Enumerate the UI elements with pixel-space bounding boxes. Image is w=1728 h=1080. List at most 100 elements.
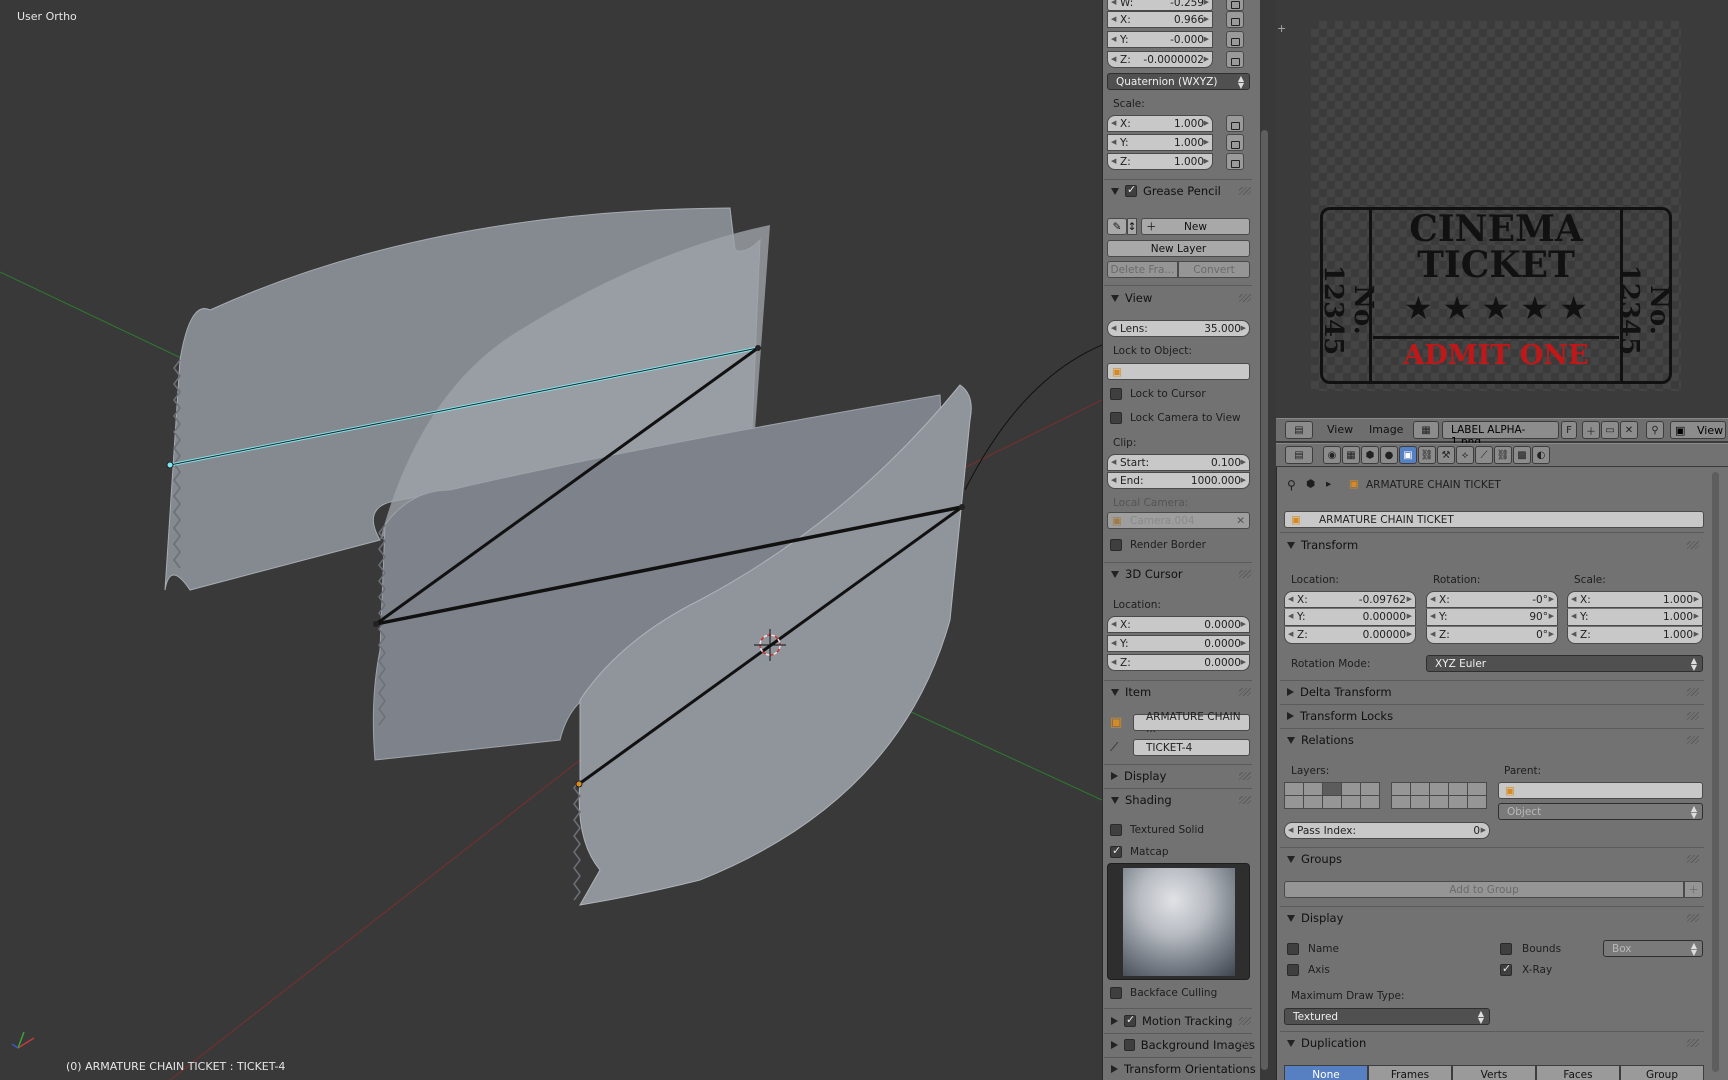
lock-y-icon[interactable] bbox=[1226, 31, 1244, 48]
rot-x-prop-field[interactable]: ◀ X: -0° ▶ bbox=[1426, 591, 1558, 608]
tab-physics-icon[interactable]: ◐ bbox=[1532, 446, 1550, 464]
pin-icon[interactable]: ⚲ bbox=[1287, 478, 1296, 492]
display-bounds-checkbox[interactable] bbox=[1500, 943, 1512, 955]
max-draw-type-dropdown[interactable]: Textured ▲ ▼ bbox=[1284, 1008, 1490, 1025]
new-image-plus-icon[interactable]: ＋ bbox=[1582, 421, 1600, 439]
cursor-y-field[interactable]: ◀ Y: 0.0000 ▶ bbox=[1107, 635, 1250, 652]
scl-y-field[interactable]: ◀ Y: 1.000 ▶ bbox=[1567, 609, 1703, 626]
rot-x-field[interactable]: ◀ X: 0.966 ▶ bbox=[1107, 11, 1213, 28]
shading-panel-header[interactable]: Shading bbox=[1111, 790, 1255, 810]
lock-scale-x-icon[interactable] bbox=[1226, 115, 1244, 132]
grease-pencil-new-button[interactable]: ＋ New bbox=[1141, 218, 1250, 235]
rot-y-prop-field[interactable]: ◀ Y: 90° ▶ bbox=[1426, 609, 1558, 626]
clip-end-field[interactable]: ◀ End: 1000.000 ▶ bbox=[1107, 472, 1250, 489]
lock-to-cursor-checkbox[interactable] bbox=[1110, 388, 1122, 400]
cursor-x-field[interactable]: ◀ X: 0.0000 ▶ bbox=[1107, 616, 1250, 633]
drag-grip-icon[interactable] bbox=[1687, 541, 1699, 549]
viewport-scene[interactable] bbox=[0, 0, 1102, 1080]
display-name-checkbox[interactable] bbox=[1287, 943, 1299, 955]
relations-panel-header[interactable]: Relations bbox=[1287, 730, 1703, 750]
view-panel-header[interactable]: View bbox=[1111, 288, 1255, 308]
browse-arrows-icon[interactable]: ↕ bbox=[1127, 218, 1137, 235]
item-bone-name-field[interactable]: TICKET-4 bbox=[1133, 739, 1250, 756]
menu-image[interactable]: Image bbox=[1369, 423, 1403, 436]
rot-y-field[interactable]: ◀ Y: -0.000 ▶ bbox=[1107, 31, 1213, 48]
convert-button[interactable]: Convert bbox=[1178, 261, 1250, 278]
groups-panel-header[interactable]: Groups bbox=[1287, 849, 1703, 869]
grease-pencil-checkbox[interactable] bbox=[1125, 183, 1137, 197]
duplication-panel-header[interactable]: Duplication bbox=[1287, 1033, 1703, 1053]
drag-grip-icon[interactable] bbox=[1239, 688, 1251, 696]
add-group-plus-icon[interactable]: ＋ bbox=[1684, 881, 1703, 898]
layer-grid-1[interactable] bbox=[1284, 782, 1380, 809]
display-panel-header[interactable]: Display bbox=[1111, 766, 1255, 786]
object-name-field[interactable]: ▣ ARMATURE CHAIN TICKET bbox=[1284, 511, 1704, 528]
tab-bone-constraints-icon[interactable]: ⛓ bbox=[1494, 446, 1512, 464]
delta-transform-header[interactable]: Delta Transform bbox=[1287, 682, 1703, 702]
drag-grip-icon[interactable] bbox=[1687, 688, 1699, 696]
tab-bone-icon[interactable]: ⟋ bbox=[1475, 446, 1493, 464]
rot-z-field[interactable]: ◀ Z: -0.0000002 ▶ bbox=[1107, 51, 1213, 68]
matcap-preview-frame[interactable] bbox=[1107, 863, 1250, 980]
motion-tracking-checkbox[interactable] bbox=[1124, 1013, 1136, 1027]
tab-render-layers-icon[interactable]: ▦ bbox=[1342, 446, 1360, 464]
scl-x-field[interactable]: ◀ X: 1.000 ▶ bbox=[1567, 591, 1703, 608]
duplication-tab-verts[interactable]: Verts bbox=[1452, 1065, 1536, 1080]
pencil-icon[interactable]: ✎ bbox=[1107, 218, 1127, 235]
layer-grid-2[interactable] bbox=[1391, 782, 1487, 809]
scale-y-field[interactable]: ◀ Y: 1.000 ▶ bbox=[1107, 134, 1213, 151]
drag-grip-icon[interactable] bbox=[1239, 294, 1251, 302]
image-name-field[interactable]: LABEL ALPHA-1.png bbox=[1442, 421, 1559, 448]
lock-w-icon[interactable] bbox=[1226, 0, 1244, 11]
drag-grip-icon[interactable] bbox=[1239, 570, 1251, 578]
lock-z-icon[interactable] bbox=[1226, 51, 1244, 68]
item-object-name-field[interactable]: ARMATURE CHAIN ... bbox=[1133, 711, 1250, 735]
add-region-plus-icon[interactable]: + bbox=[1277, 22, 1286, 35]
motion-tracking-header[interactable]: Motion Tracking bbox=[1111, 1011, 1255, 1031]
backface-culling-checkbox[interactable] bbox=[1110, 987, 1122, 999]
clip-start-field[interactable]: ◀ Start: 0.100 ▶ bbox=[1107, 454, 1250, 471]
cursor-z-field[interactable]: ◀ Z: 0.0000 ▶ bbox=[1107, 654, 1250, 671]
lock-scale-z-icon[interactable] bbox=[1226, 153, 1244, 170]
3d-viewport[interactable]: User Ortho (0) ARMATURE CHAIN TICKET : T… bbox=[0, 0, 1102, 1080]
tab-render-icon[interactable]: ◉ bbox=[1323, 446, 1341, 464]
lock-x-icon[interactable] bbox=[1226, 11, 1244, 28]
textured-solid-checkbox[interactable] bbox=[1110, 824, 1122, 836]
grease-pencil-header[interactable]: Grease Pencil bbox=[1111, 181, 1255, 201]
xray-checkbox[interactable] bbox=[1500, 962, 1512, 976]
rot-w-field[interactable]: ◀ W: -0.259 ▶ bbox=[1107, 0, 1213, 11]
clear-x-icon[interactable]: ✕ bbox=[1236, 515, 1245, 527]
drag-grip-icon[interactable] bbox=[1239, 187, 1251, 195]
matcap-checkbox[interactable] bbox=[1110, 844, 1122, 858]
duplication-tab-group[interactable]: Group bbox=[1620, 1065, 1704, 1080]
pass-index-field[interactable]: ◀ Pass Index: 0 ▶ bbox=[1284, 822, 1490, 839]
bounds-type-dropdown[interactable]: Box ▲ ▼ bbox=[1603, 940, 1703, 957]
background-images-header[interactable]: Background Images bbox=[1111, 1035, 1255, 1055]
tab-modifiers-icon[interactable]: ⚒ bbox=[1437, 446, 1455, 464]
transform-locks-header[interactable]: Transform Locks bbox=[1287, 706, 1703, 726]
scl-z-field[interactable]: ◀ Z: 1.000 ▶ bbox=[1567, 627, 1703, 644]
duplication-tab-faces[interactable]: Faces bbox=[1536, 1065, 1620, 1080]
scale-x-field[interactable]: ◀ X: 1.000 ▶ bbox=[1107, 115, 1213, 132]
loc-y-field[interactable]: ◀ Y: 0.00000 ▶ bbox=[1284, 609, 1416, 626]
unlink-x-icon[interactable]: ✕ bbox=[1620, 421, 1638, 439]
item-panel-header[interactable]: Item bbox=[1111, 682, 1255, 702]
editor-type-icon[interactable]: ▤ bbox=[1285, 421, 1313, 439]
transform-orientations-header[interactable]: Transform Orientations bbox=[1111, 1059, 1256, 1079]
loc-x-field[interactable]: ◀ X: -0.09762 ▶ bbox=[1284, 591, 1416, 608]
duplication-tab-none[interactable]: None bbox=[1284, 1065, 1368, 1080]
properties-scrollbar[interactable] bbox=[1712, 472, 1719, 1072]
new-layer-button[interactable]: New Layer bbox=[1107, 240, 1250, 257]
display-props-header[interactable]: Display bbox=[1287, 908, 1703, 928]
pin-icon[interactable]: ⚲ bbox=[1646, 421, 1664, 439]
open-folder-icon[interactable]: ▭ bbox=[1601, 421, 1619, 439]
lock-object-field[interactable]: ▣ bbox=[1107, 363, 1250, 380]
image-browse-icon[interactable]: ▦ bbox=[1413, 421, 1439, 439]
fake-user-button[interactable]: F bbox=[1561, 421, 1577, 439]
tab-data-icon[interactable]: ⟡ bbox=[1456, 446, 1474, 464]
drag-grip-icon[interactable] bbox=[1239, 772, 1251, 780]
rotation-mode-select[interactable]: Quaternion (WXYZ) ▲ ▼ bbox=[1107, 73, 1250, 90]
menu-view[interactable]: View bbox=[1327, 423, 1353, 436]
tab-world-icon[interactable]: ● bbox=[1380, 446, 1398, 464]
lock-scale-y-icon[interactable] bbox=[1226, 134, 1244, 151]
